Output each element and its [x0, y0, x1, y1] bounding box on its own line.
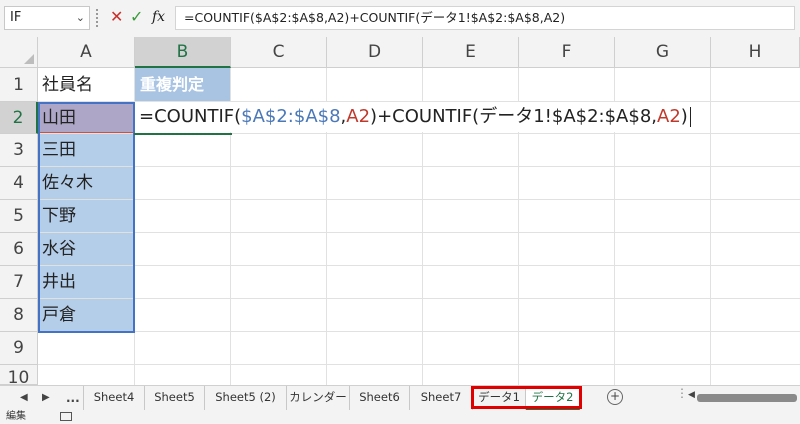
chevron-down-icon[interactable]: ⌄	[76, 7, 85, 29]
more-sheets-button[interactable]: ...	[66, 386, 80, 410]
text-cursor	[689, 107, 691, 127]
row-header-7[interactable]: 7	[0, 266, 38, 299]
annotation-highlight-box	[471, 386, 582, 409]
formula-cell-ref: A2	[657, 106, 681, 127]
column-header-a[interactable]: A	[38, 37, 135, 68]
select-all-button[interactable]	[0, 37, 38, 68]
add-sheet-button[interactable]: +	[607, 389, 623, 405]
insert-function-icon[interactable]: fx	[152, 7, 165, 27]
formula-part: =COUNTIF(	[139, 106, 242, 127]
column-header-b[interactable]: B	[135, 37, 231, 68]
sheet-tab-sheet7[interactable]: Sheet7	[410, 386, 473, 410]
reference-range-outline	[38, 102, 135, 333]
scroll-tabs-right-icon[interactable]: ▶	[42, 386, 50, 410]
formula-bar-divider	[96, 9, 98, 27]
select-all-triangle-icon	[24, 54, 34, 64]
name-box[interactable]: IF ⌄	[4, 6, 90, 30]
formula-part: )	[680, 106, 688, 127]
grid-line	[38, 331, 800, 332]
cell-b2-formula-editor[interactable]: =COUNTIF($A$2:$A$8,A2)+COUNTIF(データ1!$A$2…	[135, 102, 693, 132]
grid-line	[38, 364, 800, 365]
worksheet-grid[interactable]: 重複判定 社員名 山田 三田 佐々木 下野 水谷 井出 戸倉 =COUNTIF(…	[38, 68, 800, 385]
formula-bar: IF ⌄ ✕ ✓ fx =COUNTIF($A$2:$A$8,A2)+COUNT…	[0, 0, 800, 37]
sheet-tab-sheet6[interactable]: Sheet6	[350, 386, 410, 410]
status-mode: 編集	[6, 411, 26, 422]
row-header-4[interactable]: 4	[0, 167, 38, 200]
row-header-2[interactable]: 2	[0, 102, 38, 134]
check-icon[interactable]: ✓	[130, 7, 143, 27]
row-header-9[interactable]: 9	[0, 332, 38, 365]
row-header-5[interactable]: 5	[0, 200, 38, 233]
sheet-tab-sheet4[interactable]: Sheet4	[83, 386, 145, 410]
close-icon[interactable]: ✕	[110, 7, 123, 27]
status-bar: 編集	[0, 410, 800, 424]
accessibility-icon[interactable]	[60, 412, 72, 421]
row-header-1[interactable]: 1	[0, 68, 38, 102]
row-header-6[interactable]: 6	[0, 233, 38, 266]
formula-part: )+COUNTIF(データ1!$A$2:$A$8,	[370, 106, 658, 127]
formula-cell-ref: A2	[346, 106, 371, 127]
row-header-10[interactable]: 10	[0, 365, 38, 385]
column-header-g[interactable]: G	[615, 37, 711, 68]
grid-line	[38, 232, 800, 233]
scroll-left-icon[interactable]: ◀	[688, 390, 695, 400]
formula-input[interactable]: =COUNTIF($A$2:$A$8,A2)+COUNTIF(データ1!$A$2…	[175, 6, 795, 30]
cell-b1[interactable]: 重複判定	[135, 68, 231, 102]
row-header-3[interactable]: 3	[0, 134, 38, 167]
column-header-e[interactable]: E	[423, 37, 519, 68]
column-header-f[interactable]: F	[519, 37, 615, 68]
sheet-tab-sheet5[interactable]: Sheet5	[145, 386, 205, 410]
horizontal-scrollbar[interactable]	[697, 394, 797, 402]
grid-line	[38, 298, 800, 299]
column-header-h[interactable]: H	[711, 37, 800, 68]
name-box-value: IF	[10, 10, 22, 25]
tab-split-handle[interactable]: ⋮	[676, 386, 688, 400]
grid-line	[38, 265, 800, 266]
column-header-d[interactable]: D	[327, 37, 423, 68]
row-header-8[interactable]: 8	[0, 299, 38, 332]
sheet-tab-sheet5-2[interactable]: Sheet5 (2)	[205, 386, 287, 410]
grid-line	[710, 68, 711, 385]
column-header-c[interactable]: C	[231, 37, 327, 68]
formula-range-ref: $A$2:$A$8	[241, 106, 341, 127]
grid-line	[38, 166, 800, 167]
sheet-tab-calendar[interactable]: カレンダー	[287, 386, 350, 410]
scroll-tabs-left-icon[interactable]: ◀	[20, 386, 28, 410]
grid-line	[38, 199, 800, 200]
cell-a1[interactable]: 社員名	[38, 68, 135, 102]
